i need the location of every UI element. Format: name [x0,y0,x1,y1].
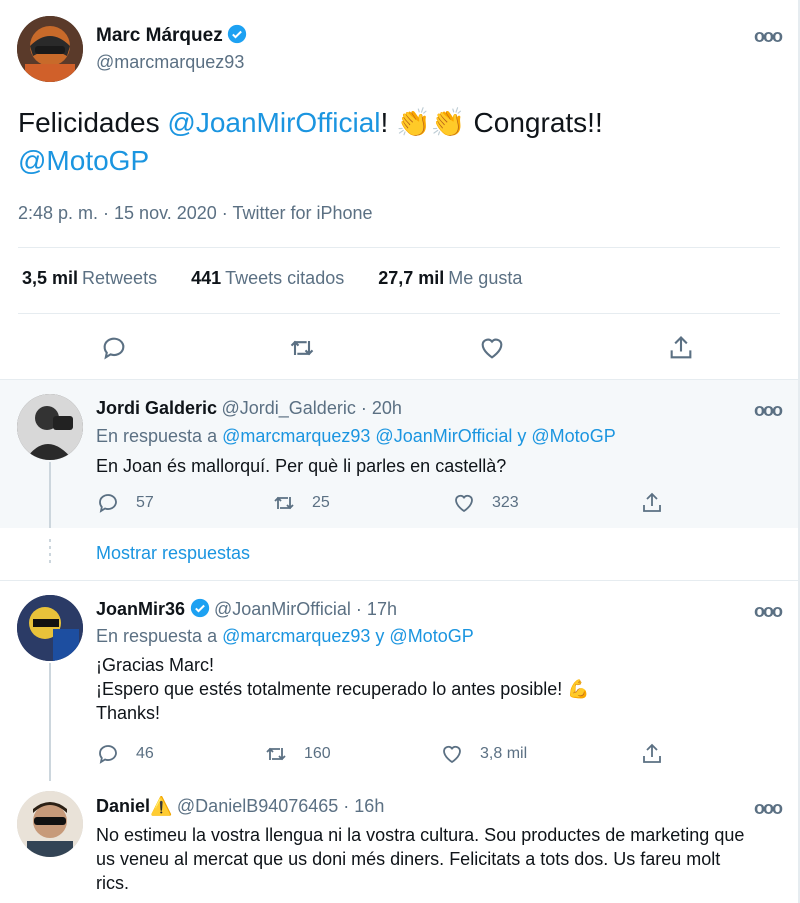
reply-header: JoanMir36 @JoanMirOfficial · 17h [96,598,397,620]
reply-to-line: En respuesta a @marcmarquez93 @JoanMirOf… [96,426,616,447]
mention-link[interactable]: @MotoGP [18,145,149,176]
share-icon[interactable] [667,334,695,362]
retweet-action[interactable]: 160 [264,742,331,766]
like-count: 3,8 mil [480,745,528,762]
flexed-biceps-emoji: 💪 [567,679,590,699]
clap-emoji: 👏👏 [396,107,466,138]
verified-badge-icon [227,24,247,44]
retweet-icon [266,747,286,761]
like-action[interactable]: 3,8 mil [440,742,527,766]
author-info: Marc Márquez [96,24,247,47]
reply-action[interactable]: 46 [96,742,154,766]
avatar-image [17,595,83,661]
quotes-stat[interactable]: 441 Tweets citados [191,268,344,288]
share-icon [643,492,661,512]
reply-to-prefix: En respuesta a [96,626,223,646]
retweet-count: 160 [304,745,331,762]
reply-tweet[interactable]: Jordi Galderic @Jordi_Galderic · 20h ooo… [0,380,798,528]
verified-badge-icon [190,598,209,618]
retweets-stat[interactable]: 3,5 mil Retweets [22,268,157,288]
tweet-text-part: Felicidades [18,107,168,138]
like-action[interactable]: 323 [452,491,519,515]
retweet-icon [274,496,294,510]
reply-author-name[interactable]: Jordi Galderic [96,398,217,418]
like-icon [455,494,473,513]
reply-text-segment: ¡Espero que estés totalmente recuperado … [96,679,563,699]
avatar-image [17,394,83,460]
reply-author-handle[interactable]: @DanielB94076465 · 16h [177,796,384,816]
thread-line [49,462,51,528]
reply-text: ¡Gracias Marc! ¡Espero que estés totalme… [96,653,776,725]
thread-line [49,663,51,781]
retweet-icon[interactable] [288,334,316,362]
divider [18,313,780,314]
reply-tweet[interactable]: Daniel⚠️ @DanielB94076465 · 16h ooo No e… [0,781,798,903]
mention-link[interactable]: @JoanMirOfficial [167,107,380,138]
reply-to-line: En respuesta a @marcmarquez93 y @MotoGP [96,626,474,647]
avatar[interactable] [17,595,83,661]
like-icon[interactable] [478,334,506,362]
reply-author-name[interactable]: Daniel [96,796,150,816]
author-name[interactable]: Marc Márquez [96,25,223,46]
reply-text-line: ¡Gracias Marc! [96,655,215,675]
likes-stat[interactable]: 27,7 mil Me gusta [378,268,522,288]
more-options-icon[interactable]: ooo [754,26,783,47]
share-action[interactable] [640,742,664,766]
share-icon [643,743,661,763]
retweet-count: 25 [312,494,330,511]
share-action[interactable] [640,491,664,515]
avatar-image [17,16,83,82]
like-count: 323 [492,494,519,511]
like-icon [443,745,461,764]
avatar-image [17,791,83,857]
reply-count: 46 [136,745,154,762]
more-options-icon[interactable]: ooo [754,798,783,819]
reply-text: En Joan és mallorquí. Per què li parles … [96,456,507,476]
reply-header: Jordi Galderic @Jordi_Galderic · 20h [96,398,402,419]
avatar[interactable] [17,394,83,460]
reply-icon [99,494,117,513]
reply-to-mentions[interactable]: @marcmarquez93 @JoanMirOfficial y @MotoG… [222,426,616,446]
reply-text-line: ¡Espero que estés totalmente recuperado … [96,677,776,701]
tweet-text-part: Congrats!! [465,107,603,138]
tweet-text: Felicidades @JoanMirOfficial! 👏👏 Congrat… [18,104,778,180]
retweet-action[interactable]: 25 [272,491,330,515]
author-handle[interactable]: @marcmarquez93 [96,52,244,73]
reply-icon [99,745,117,764]
warning-emoji: ⚠️ [150,796,173,816]
reply-action[interactable]: 57 [96,491,154,515]
show-replies-link[interactable]: Mostrar respuestas [96,543,250,564]
more-options-icon[interactable]: ooo [754,601,783,622]
more-options-icon[interactable]: ooo [754,400,783,421]
thread-dots [49,539,51,567]
reply-author-handle[interactable]: @JoanMirOfficial · 17h [214,599,397,619]
reply-author-handle[interactable]: @Jordi_Galderic · 20h [222,398,402,418]
tweet-stats: 3,5 mil Retweets 441 Tweets citados 27,7 m… [22,268,522,289]
reply-icon[interactable] [100,334,128,362]
reply-to-mentions[interactable]: @marcmarquez93 y @MotoGP [222,626,474,646]
reply-text: No estimeu la vostra llengua ni la vostr… [96,825,745,893]
reply-count: 57 [136,494,154,511]
reply-header: Daniel⚠️ @DanielB94076465 · 16h [96,796,384,817]
avatar[interactable] [17,16,83,82]
avatar[interactable] [17,791,83,857]
tweet-meta[interactable]: 2:48 p. m. · 15 nov. 2020 · Twitter for … [18,203,373,224]
reply-author-name[interactable]: JoanMir36 [96,599,185,619]
reply-to-prefix: En respuesta a [96,426,223,446]
main-tweet: Marc Márquez @marcmarquez93 ooo Felicida… [0,0,800,380]
divider [18,247,780,248]
reply-tweet[interactable]: JoanMir36 @JoanMirOfficial · 17h ooo En … [0,581,798,781]
tweet-text-part: ! [380,107,397,138]
reply-text-line: Thanks! [96,703,161,723]
